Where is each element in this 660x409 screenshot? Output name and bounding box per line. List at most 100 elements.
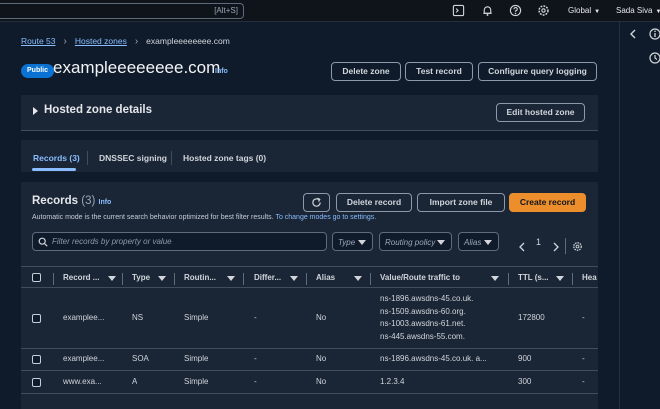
alias-cell: No (316, 354, 327, 363)
delete-record-button[interactable]: Delete record (336, 193, 412, 212)
page-number[interactable]: 1 (536, 237, 541, 247)
sort-caret-icon[interactable] (556, 276, 564, 281)
sort-caret-icon[interactable] (354, 276, 362, 281)
records-filter-input[interactable]: Filter records by property or value (32, 232, 327, 251)
description-text: Automatic mode is the current search beh… (32, 214, 274, 221)
column-record-name[interactable]: Record ... (63, 273, 99, 282)
info-circle-icon[interactable] (649, 28, 660, 40)
row-checkbox[interactable] (32, 355, 41, 364)
value-line: ns-1509.awsdns-60.org. (380, 306, 466, 316)
configure-query-logging-button[interactable]: Configure query logging (478, 62, 597, 81)
tab-dnssec-signing[interactable]: DNSSEC signing (99, 153, 167, 163)
region-label: Global (568, 6, 592, 15)
column-divider (174, 273, 175, 285)
routing-policy-cell: Simple (184, 354, 209, 363)
column-routing-policy[interactable]: Routin... (184, 273, 216, 282)
records-count: (3) (81, 195, 96, 207)
chevron-left-icon[interactable] (627, 28, 639, 40)
alias-cell: No (316, 313, 327, 322)
alias-cell: No (316, 377, 327, 386)
ttl-cell: 900 (518, 354, 532, 363)
cloudshell-icon[interactable] (452, 4, 465, 17)
search-icon (38, 237, 48, 247)
account-menu[interactable]: Sada Siva ▼ (616, 6, 660, 15)
breadcrumb: Route 53 › Hosted zones › exampleeeeeeee.com (21, 36, 230, 47)
expand-caret-icon[interactable] (33, 107, 38, 115)
settings-gear-icon[interactable] (537, 4, 550, 17)
table-row[interactable]: examplee... NS Simple - No ns-1896.awsdn… (21, 288, 598, 349)
alias-filter-select[interactable]: Alias (458, 232, 499, 251)
health-check-cell: - (582, 377, 585, 386)
routing-policy-cell: Simple (184, 313, 209, 322)
health-check-cell: - (582, 313, 585, 322)
caret-down-icon (484, 240, 492, 245)
column-health-check[interactable]: Hea (582, 273, 597, 282)
column-divider (53, 273, 54, 285)
column-differentiator[interactable]: Differ... (254, 273, 281, 282)
breadcrumb-current: exampleeeeeeee.com (146, 36, 230, 46)
chevron-right-icon: › (63, 36, 67, 47)
value-cell: ns-1896.awsdns-45.co.uk. ns-1509.awsdns-… (380, 293, 505, 343)
column-divider (572, 273, 573, 285)
record-type-cell: SOA (132, 354, 149, 363)
column-ttl[interactable]: TTL (s... (518, 273, 549, 282)
routing-policy-cell: Simple (184, 377, 209, 386)
bell-icon[interactable] (481, 4, 494, 17)
table-settings-gear-icon[interactable] (572, 241, 583, 252)
differentiator-cell: - (254, 377, 257, 386)
type-filter-select[interactable]: Type (332, 232, 373, 251)
value-line: ns-1896.awsdns-45.co.uk. (380, 294, 474, 303)
sort-caret-icon[interactable] (491, 276, 499, 281)
title-info-link[interactable]: Info (215, 68, 228, 75)
routing-policy-filter-label: Routing policy (385, 238, 436, 247)
clock-icon[interactable] (649, 52, 660, 64)
column-value[interactable]: Value/Route traffic to (380, 273, 460, 282)
search-bar[interactable]: [Alt+S] (0, 3, 244, 19)
record-type-cell: NS (132, 313, 144, 322)
breadcrumb-route53[interactable]: Route 53 (21, 36, 56, 46)
row-checkbox[interactable] (32, 378, 41, 387)
refresh-button[interactable] (303, 193, 330, 212)
record-name-cell[interactable]: examplee... (63, 313, 119, 322)
caret-down-icon (358, 240, 366, 245)
record-type-cell: A (132, 377, 138, 386)
user-name: Sada Siva (616, 6, 653, 15)
select-all-checkbox[interactable] (32, 273, 41, 282)
create-record-button[interactable]: Create record (509, 193, 586, 212)
routing-policy-filter-select[interactable]: Routing policy (379, 232, 452, 251)
tab-divider (171, 151, 172, 165)
pager-divider (565, 238, 566, 254)
ttl-cell: 172800 (518, 313, 545, 322)
hosted-zone-details-panel[interactable]: Hosted zone details Edit hosted zone (21, 95, 598, 131)
edit-hosted-zone-button[interactable]: Edit hosted zone (496, 103, 585, 122)
chevron-left-icon[interactable] (518, 242, 527, 252)
import-zone-file-button[interactable]: Import zone file (417, 193, 505, 212)
record-name-cell[interactable]: examplee... (63, 354, 119, 363)
region-selector[interactable]: Global ▼ (568, 6, 600, 15)
delete-zone-button[interactable]: Delete zone (331, 62, 401, 81)
health-check-cell: - (582, 354, 585, 363)
sort-caret-icon[interactable] (227, 276, 235, 281)
table-row[interactable]: www.exa... A Simple - No 1.2.3.4 300 - (21, 371, 598, 394)
ttl-cell: 300 (518, 377, 532, 386)
settings-link[interactable]: To change modes go to settings. (275, 214, 376, 221)
test-record-button[interactable]: Test record (405, 62, 473, 81)
help-icon[interactable] (509, 4, 522, 17)
sort-caret-icon[interactable] (158, 276, 166, 281)
tab-records[interactable]: Records (3) (33, 153, 80, 163)
records-info-link[interactable]: Info (99, 199, 112, 206)
record-name-cell[interactable]: www.exa... (63, 377, 119, 386)
table-row[interactable]: examplee... SOA Simple - No ns-1896.awsd… (21, 349, 598, 371)
value-line: ns-445.awsdns-55.com. (380, 331, 465, 341)
tab-hosted-zone-tags[interactable]: Hosted zone tags (0) (183, 153, 266, 163)
page-title: exampleeeeeeee.com (53, 58, 221, 77)
column-divider (243, 273, 244, 285)
column-alias[interactable]: Alias (316, 273, 335, 282)
column-type[interactable]: Type (132, 273, 150, 282)
breadcrumb-hosted-zones[interactable]: Hosted zones (75, 36, 127, 46)
chevron-right-icon[interactable] (551, 242, 560, 252)
sort-caret-icon[interactable] (290, 276, 298, 281)
sort-caret-icon[interactable] (108, 276, 116, 281)
caret-down-icon (437, 240, 445, 245)
row-checkbox[interactable] (32, 314, 41, 323)
